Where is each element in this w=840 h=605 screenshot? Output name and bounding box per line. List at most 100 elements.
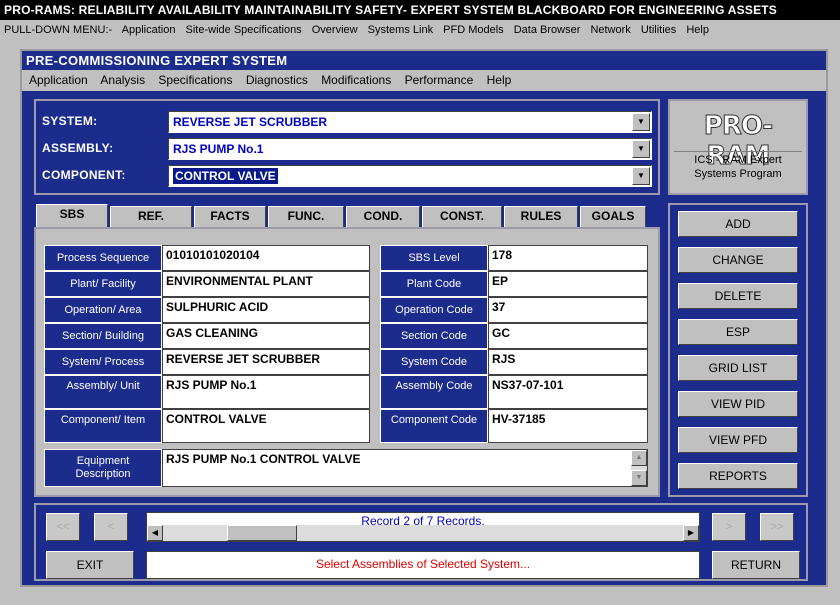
assembly-code-field[interactable]: NS37-07-101 — [488, 375, 648, 409]
window-menu-bar: Application Analysis Specifications Diag… — [22, 70, 826, 91]
first-record-button[interactable]: << — [46, 513, 80, 541]
logo-subtitle-line2: Systems Program — [694, 168, 782, 180]
system-code-label: System Code — [380, 349, 488, 375]
main-window: PRE-COMMISSIONING EXPERT SYSTEM Applicat… — [20, 49, 828, 587]
change-button[interactable]: CHANGE — [678, 247, 798, 273]
delete-button[interactable]: DELETE — [678, 283, 798, 309]
win-menu-modifications[interactable]: Modifications — [321, 73, 391, 87]
selector-panel: SYSTEM: REVERSE JET SCRUBBER ▼ ASSEMBLY:… — [34, 99, 660, 195]
process-sequence-field[interactable]: 01010101020104 — [162, 245, 370, 271]
component-select-value: CONTROL VALVE — [173, 168, 278, 184]
top-menu-bar: PULL-DOWN MENU:- Application Site-wide S… — [0, 20, 840, 40]
view-pid-button[interactable]: VIEW PID — [678, 391, 798, 417]
component-row: COMPONENT: CONTROL VALVE ▼ — [42, 165, 652, 187]
equipment-label-line2: Description — [75, 468, 131, 480]
scroll-right-icon[interactable]: ▶ — [683, 525, 699, 541]
win-menu-performance[interactable]: Performance — [405, 73, 474, 87]
top-menu-site-wide-specifications[interactable]: Site-wide Specifications — [186, 24, 302, 36]
chevron-down-icon[interactable]: ▼ — [632, 167, 650, 185]
component-item-field[interactable]: CONTROL VALVE — [162, 409, 370, 443]
system-select[interactable]: REVERSE JET SCRUBBER ▼ — [168, 111, 652, 133]
system-code-field[interactable]: RJS — [488, 349, 648, 375]
sbs-content-panel: Process Sequence 01010101020104 Plant/ F… — [34, 227, 660, 497]
plant-code-label: Plant Code — [380, 271, 488, 297]
tab-rules[interactable]: RULES — [504, 206, 578, 227]
win-menu-specifications[interactable]: Specifications — [158, 73, 232, 87]
component-label: COMPONENT: — [42, 168, 126, 182]
window-title: PRE-COMMISSIONING EXPERT SYSTEM — [22, 51, 826, 70]
win-menu-help[interactable]: Help — [487, 73, 512, 87]
record-navigation-panel: << < Record 2 of 7 Records. ◀ ▶ > >> EXI… — [34, 503, 808, 581]
tab-goals[interactable]: GOALS — [580, 206, 646, 227]
system-select-value: REVERSE JET SCRUBBER — [173, 115, 328, 129]
top-menu-systems-link[interactable]: Systems Link — [368, 24, 433, 36]
component-select[interactable]: CONTROL VALVE ▼ — [168, 165, 652, 187]
assembly-select[interactable]: RJS PUMP No.1 ▼ — [168, 138, 652, 160]
reports-button[interactable]: REPORTS — [678, 463, 798, 489]
tab-bar: SBS REF. FACTS FUNC. COND. CONST. RULES … — [36, 204, 662, 228]
top-menu-overview[interactable]: Overview — [312, 24, 358, 36]
grid-list-button[interactable]: GRID LIST — [678, 355, 798, 381]
top-menu-utilities[interactable]: Utilities — [641, 24, 676, 36]
last-record-button[interactable]: >> — [760, 513, 794, 541]
operation-code-field[interactable]: 37 — [488, 297, 648, 323]
assembly-row: ASSEMBLY: RJS PUMP No.1 ▼ — [42, 138, 652, 160]
prev-record-button[interactable]: < — [94, 513, 128, 541]
top-menu-help[interactable]: Help — [686, 24, 709, 36]
top-menu-pfd-models[interactable]: PFD Models — [443, 24, 504, 36]
section-building-field[interactable]: GAS CLEANING — [162, 323, 370, 349]
assembly-unit-field[interactable]: RJS PUMP No.1 — [162, 375, 370, 409]
scroll-left-icon[interactable]: ◀ — [147, 525, 163, 541]
tab-func[interactable]: FUNC. — [268, 206, 344, 227]
tab-ref[interactable]: REF. — [110, 206, 192, 227]
tab-cond[interactable]: COND. — [346, 206, 420, 227]
top-menu-application[interactable]: Application — [122, 24, 176, 36]
section-code-field[interactable]: GC — [488, 323, 648, 349]
logo-subtitle: ICS - RAM Expert Systems Program — [672, 153, 804, 181]
return-button[interactable]: RETURN — [712, 551, 800, 579]
win-menu-diagnostics[interactable]: Diagnostics — [246, 73, 308, 87]
view-pfd-button[interactable]: VIEW PFD — [678, 427, 798, 453]
tab-const[interactable]: CONST. — [422, 206, 502, 227]
plant-code-field[interactable]: EP — [488, 271, 648, 297]
esp-button[interactable]: ESP — [678, 319, 798, 345]
system-process-field[interactable]: REVERSE JET SCRUBBER — [162, 349, 370, 375]
logo-divider — [674, 151, 802, 152]
operation-area-field[interactable]: SULPHURIC ACID — [162, 297, 370, 323]
sbs-level-label: SBS Level — [380, 245, 488, 271]
next-record-button[interactable]: > — [712, 513, 746, 541]
component-code-field[interactable]: HV-37185 — [488, 409, 648, 443]
plant-facility-field[interactable]: ENVIRONMENTAL PLANT — [162, 271, 370, 297]
chevron-down-icon[interactable]: ▼ — [632, 140, 650, 158]
scroll-down-icon[interactable]: ▼ — [631, 470, 647, 486]
equipment-label-line1: Equipment — [76, 455, 130, 467]
process-sequence-label: Process Sequence — [44, 245, 162, 271]
top-menu-data-browser[interactable]: Data Browser — [514, 24, 581, 36]
top-menu-network[interactable]: Network — [590, 24, 630, 36]
tab-facts[interactable]: FACTS — [194, 206, 266, 227]
section-code-label: Section Code — [380, 323, 488, 349]
equipment-scrollbar[interactable]: ▲ ▼ — [631, 450, 647, 486]
assembly-unit-label: Assembly/ Unit — [44, 375, 162, 409]
system-process-label: System/ Process — [44, 349, 162, 375]
section-building-label: Section/ Building — [44, 323, 162, 349]
sbs-level-field[interactable]: 178 — [488, 245, 648, 271]
logo-panel: PRO-RAM ICS - RAM Expert Systems Program — [668, 99, 808, 195]
app-title-bar: PRO-RAMS: RELIABILITY AVAILABILITY MAINT… — [0, 0, 840, 20]
component-item-label: Component/ Item — [44, 409, 162, 443]
scrollbar-thumb[interactable] — [227, 525, 297, 541]
win-menu-analysis[interactable]: Analysis — [100, 73, 145, 87]
tab-sbs[interactable]: SBS — [36, 204, 108, 228]
win-menu-application[interactable]: Application — [29, 73, 88, 87]
plant-facility-label: Plant/ Facility — [44, 271, 162, 297]
logo-subtitle-line1: ICS - RAM Expert — [694, 154, 782, 166]
chevron-down-icon[interactable]: ▼ — [632, 113, 650, 131]
assembly-select-value: RJS PUMP No.1 — [173, 142, 264, 156]
action-button-panel: ADD CHANGE DELETE ESP GRID LIST VIEW PID… — [668, 203, 808, 497]
add-button[interactable]: ADD — [678, 211, 798, 237]
equipment-description-field[interactable]: RJS PUMP No.1 CONTROL VALVE ▲ ▼ — [162, 449, 648, 487]
system-row: SYSTEM: REVERSE JET SCRUBBER ▼ — [42, 111, 652, 133]
scroll-up-icon[interactable]: ▲ — [631, 450, 647, 466]
record-scrollbar[interactable]: ◀ ▶ — [147, 525, 699, 541]
exit-button[interactable]: EXIT — [46, 551, 134, 579]
